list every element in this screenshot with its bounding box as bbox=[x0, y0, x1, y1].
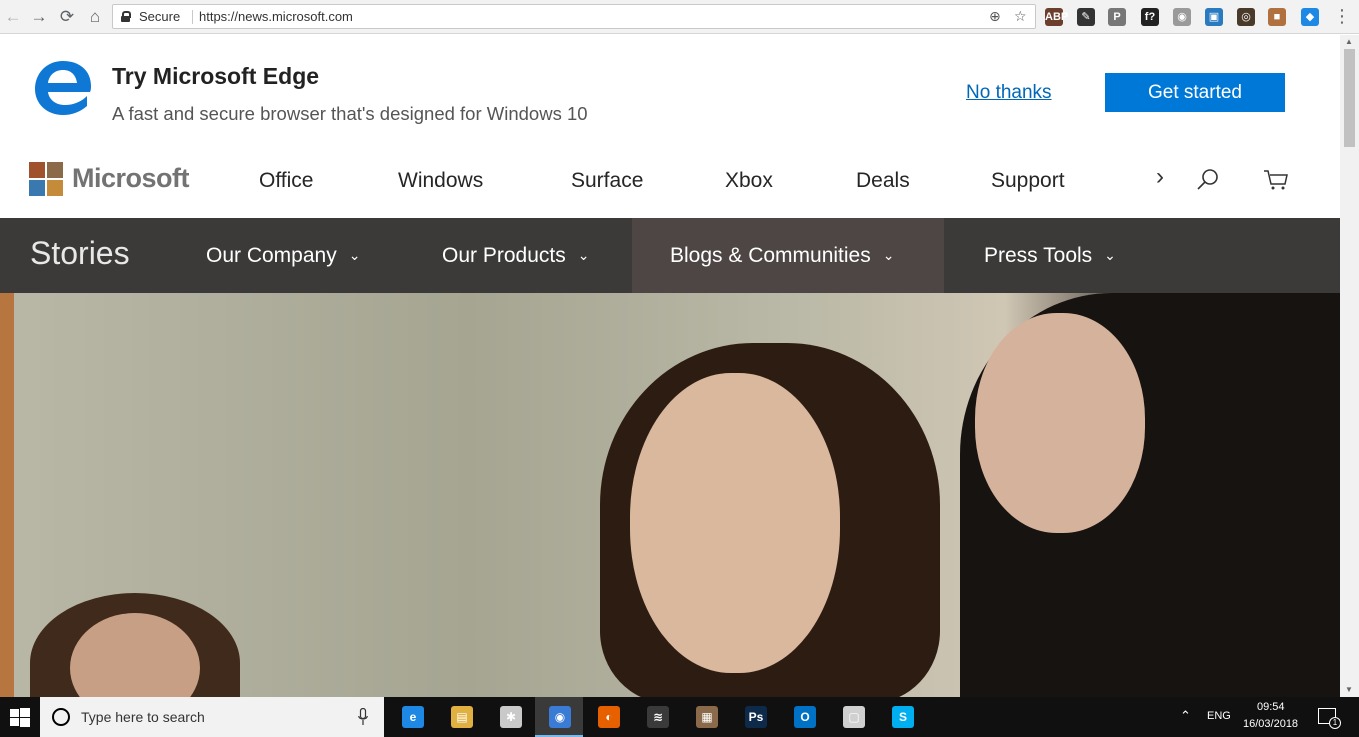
url-text[interactable]: https://news.microsoft.com bbox=[199, 9, 353, 24]
firefox-app-icon: ◐ bbox=[598, 706, 620, 728]
nav-press-tools[interactable]: Press Tools ⌄ bbox=[984, 218, 1116, 293]
font-finder-extension-icon[interactable]: f? bbox=[1141, 8, 1159, 26]
nav-support[interactable]: Support bbox=[991, 169, 1065, 193]
nav-surface[interactable]: Surface bbox=[571, 169, 643, 193]
lock-icon bbox=[121, 11, 131, 22]
nav-our-products[interactable]: Our Products ⌄ bbox=[442, 218, 589, 293]
banner-subtitle: A fast and secure browser that's designe… bbox=[112, 103, 588, 124]
microsoft-logo-icon[interactable] bbox=[29, 162, 64, 197]
cart-icon[interactable] bbox=[1263, 169, 1289, 191]
back-arrow-icon[interactable]: ← bbox=[2, 6, 24, 28]
nav-our-company-label: Our Company bbox=[206, 244, 337, 267]
forward-arrow-icon[interactable]: → bbox=[28, 6, 50, 28]
tag-extension-icon[interactable]: ◆ bbox=[1301, 8, 1319, 26]
nav-deals[interactable]: Deals bbox=[856, 169, 910, 193]
clip-extension-icon[interactable]: ▣ bbox=[1205, 8, 1223, 26]
photoshop-app-icon: Ps bbox=[745, 706, 767, 728]
banner-title: Try Microsoft Edge bbox=[112, 63, 320, 89]
camera-extension-icon[interactable]: ◉ bbox=[1173, 8, 1191, 26]
window-app-icon: ▢ bbox=[843, 706, 865, 728]
taskbar-search-box[interactable]: Type here to search bbox=[40, 697, 384, 737]
nav-xbox[interactable]: Xbox bbox=[725, 169, 773, 193]
bookmark-star-icon[interactable]: ☆ bbox=[1014, 8, 1027, 25]
app-generic-icon: ▦ bbox=[696, 706, 718, 728]
eye-extension-icon[interactable]: ◎ bbox=[1237, 8, 1255, 26]
chevron-down-icon: ⌄ bbox=[348, 247, 361, 263]
hero-face-right bbox=[975, 313, 1145, 533]
edge-promo-banner: Try Microsoft Edge A fast and secure bro… bbox=[0, 35, 1340, 147]
windows-start-icon[interactable] bbox=[0, 697, 40, 737]
hero-wall bbox=[0, 293, 14, 697]
home-icon[interactable]: ⌂ bbox=[84, 6, 106, 28]
outlook-app-icon: O bbox=[794, 706, 816, 728]
windows-taskbar: Type here to search e ▤ ✱ ◉ ◐ ≋ ▦ Ps O ▢ S ⌃ ENG 0… bbox=[0, 697, 1359, 737]
scroll-down-icon[interactable]: ▼ bbox=[1345, 685, 1353, 694]
nav-windows[interactable]: Windows bbox=[398, 169, 483, 193]
nav-blogs-communities-label: Blogs & Communities bbox=[670, 244, 871, 267]
chrome-app-icon: ◉ bbox=[549, 706, 571, 728]
browser-toolbar: ← → ⟳ ⌂ Secure https://news.microsoft.co… bbox=[0, 0, 1359, 34]
nav-our-products-label: Our Products bbox=[442, 244, 566, 267]
chevron-down-icon: ⌄ bbox=[1104, 247, 1116, 263]
microphone-icon[interactable] bbox=[358, 708, 368, 726]
page-scrollbar[interactable]: ▲ ▼ bbox=[1340, 35, 1359, 697]
clock-time[interactable]: 09:54 bbox=[1257, 701, 1285, 713]
edge-app-button[interactable]: e bbox=[388, 697, 436, 737]
file-explorer-app-button[interactable]: ▤ bbox=[437, 697, 485, 737]
nav-blogs-communities[interactable]: Blogs & Communities ⌄ bbox=[632, 218, 944, 293]
outlook-app-button[interactable]: O bbox=[780, 697, 828, 737]
scroll-thumb[interactable] bbox=[1344, 49, 1355, 147]
hero-face-center bbox=[630, 373, 840, 673]
window-app-button[interactable]: ▢ bbox=[829, 697, 877, 737]
firefox-app-button[interactable]: ◐ bbox=[584, 697, 632, 737]
microsoft-header: Microsoft Office Windows Surface Xbox De… bbox=[0, 147, 1340, 218]
nav-office[interactable]: Office bbox=[259, 169, 313, 193]
secure-label: Secure bbox=[139, 9, 181, 24]
hero-image bbox=[0, 293, 1340, 697]
pinterest-extension-icon[interactable]: P bbox=[1108, 8, 1126, 26]
skype-app-button[interactable]: S bbox=[878, 697, 926, 737]
chevron-down-icon: ⌄ bbox=[882, 247, 895, 263]
microsoft-wordmark[interactable]: Microsoft bbox=[72, 163, 190, 194]
address-bar[interactable]: Secure https://news.microsoft.com ⊕ ☆ bbox=[112, 4, 1036, 29]
edge-logo-icon bbox=[35, 61, 91, 115]
omnibox-separator bbox=[192, 10, 193, 24]
nav-our-company[interactable]: Our Company ⌄ bbox=[206, 218, 360, 293]
app-generic-button[interactable]: ▦ bbox=[682, 697, 730, 737]
stories-nav: Stories Our Company ⌄ Our Products ⌄ Blogs… bbox=[0, 218, 1340, 293]
chevron-right-icon[interactable]: › bbox=[1156, 163, 1164, 191]
chevron-up-icon[interactable]: ⌃ bbox=[1180, 708, 1191, 724]
paint-app-icon: ✱ bbox=[500, 706, 522, 728]
file-explorer-app-icon: ▤ bbox=[451, 706, 473, 728]
nav-press-tools-label: Press Tools bbox=[984, 244, 1093, 267]
edge-app-icon: e bbox=[402, 706, 424, 728]
spotify-app-button[interactable]: ≋ bbox=[633, 697, 681, 737]
get-started-button[interactable]: Get started bbox=[1105, 73, 1285, 112]
stories-title[interactable]: Stories bbox=[30, 235, 130, 272]
photoshop-app-button[interactable]: Ps bbox=[731, 697, 779, 737]
search-placeholder: Type here to search bbox=[81, 709, 205, 725]
chevron-down-icon: ⌄ bbox=[577, 247, 590, 263]
language-indicator[interactable]: ENG bbox=[1207, 710, 1231, 722]
chrome-app-button[interactable]: ◉ bbox=[535, 697, 583, 737]
reload-icon[interactable]: ⟳ bbox=[56, 6, 78, 28]
adblock-extension-icon[interactable]: ABP bbox=[1045, 8, 1068, 26]
browser-menu-icon[interactable]: ⋮ bbox=[1333, 6, 1351, 27]
scroll-up-icon[interactable]: ▲ bbox=[1345, 37, 1353, 46]
cortana-icon bbox=[52, 708, 70, 726]
clock-date[interactable]: 16/03/2018 bbox=[1243, 718, 1298, 730]
paint-app-button[interactable]: ✱ bbox=[486, 697, 534, 737]
box-extension-icon[interactable]: ■ bbox=[1268, 8, 1286, 26]
search-icon[interactable] bbox=[1196, 167, 1220, 191]
spotify-app-icon: ≋ bbox=[647, 706, 669, 728]
notification-count: 1 bbox=[1329, 717, 1341, 729]
no-thanks-link[interactable]: No thanks bbox=[966, 82, 1052, 104]
skype-app-icon: S bbox=[892, 706, 914, 728]
zoom-icon[interactable]: ⊕ bbox=[989, 8, 1001, 25]
color-picker-extension-icon[interactable]: ✎ bbox=[1077, 8, 1095, 26]
